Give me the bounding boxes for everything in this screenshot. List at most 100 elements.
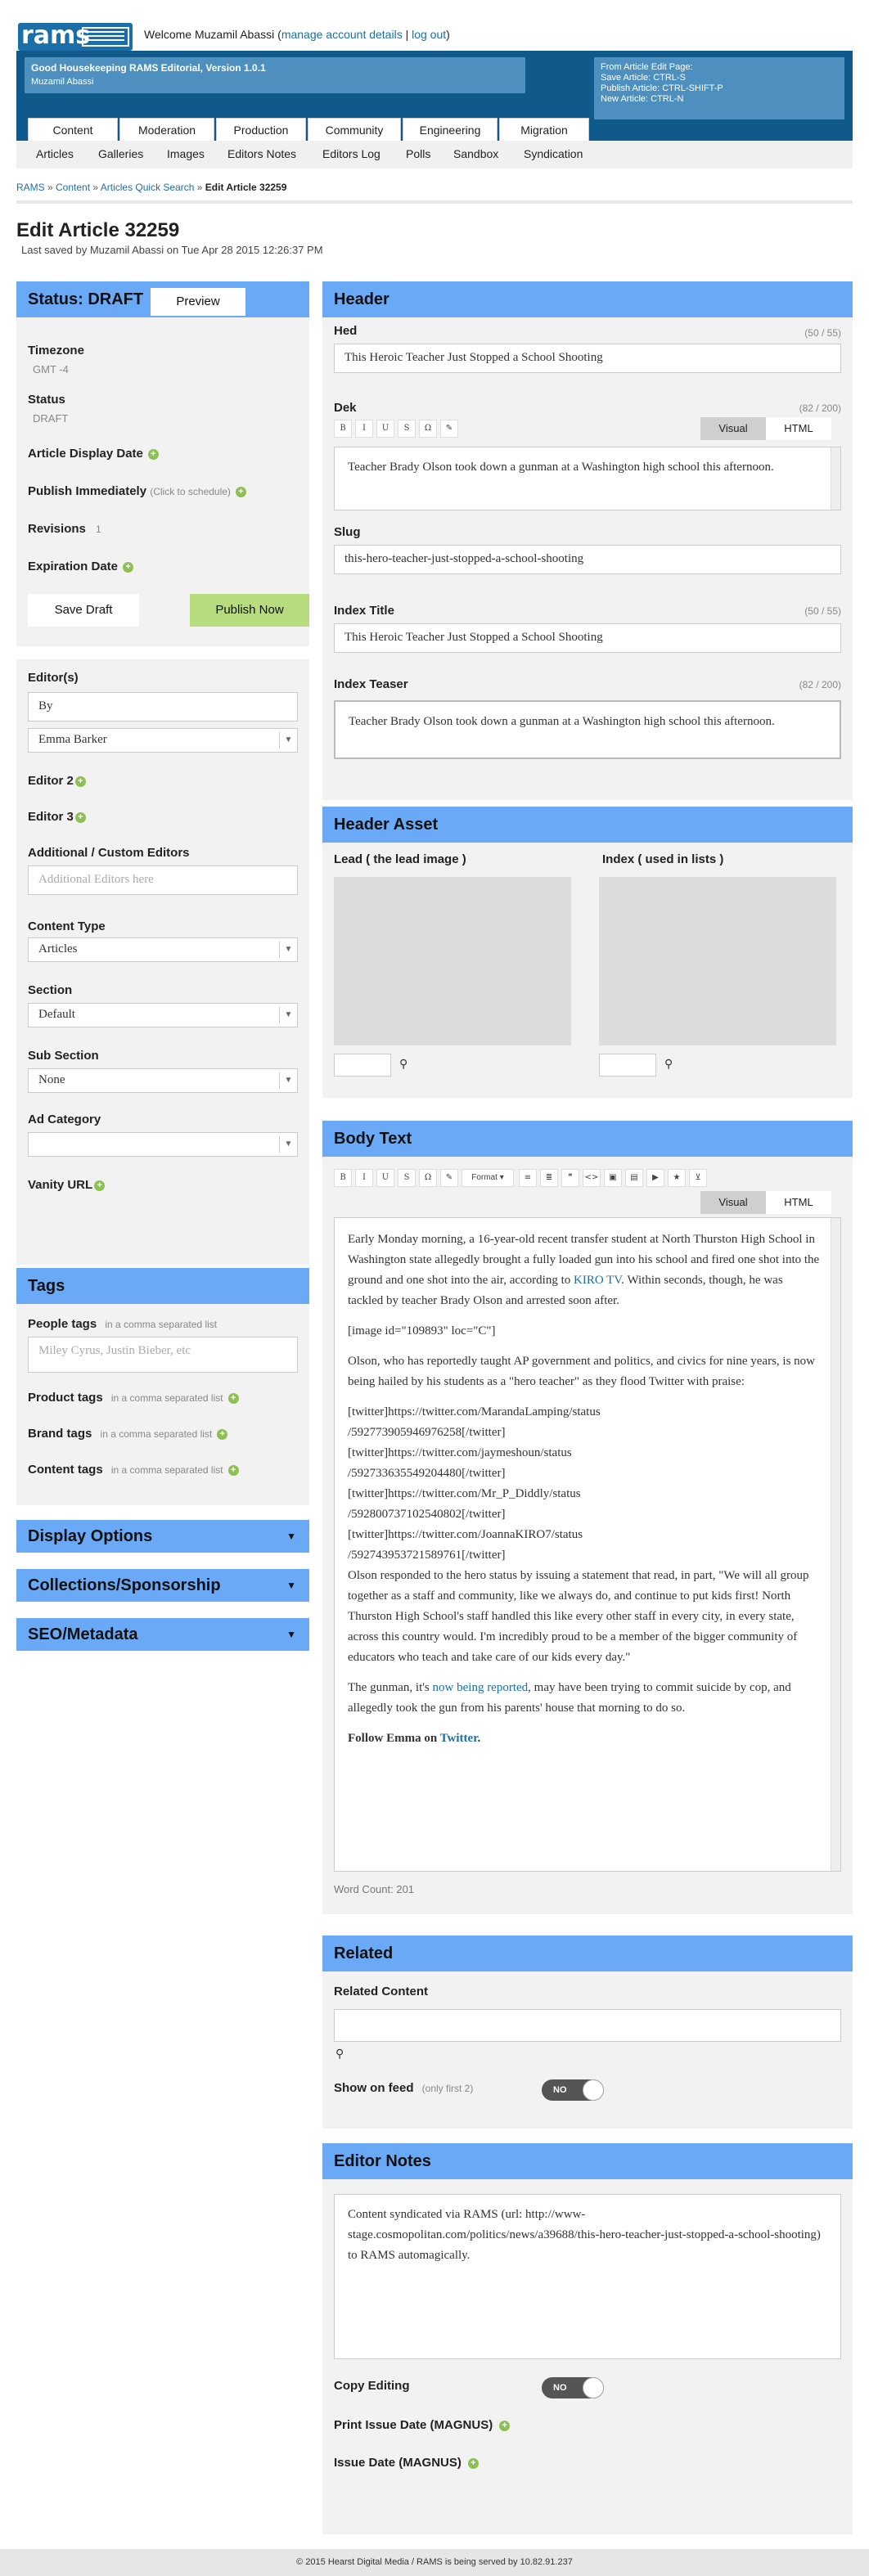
content-tags-field[interactable]: Content tags in a comma separated list + <box>28 1463 239 1477</box>
tab-moderation[interactable]: Moderation <box>119 118 214 141</box>
add-icon[interactable]: + <box>123 561 134 573</box>
dek-visual-tab[interactable]: Visual <box>700 417 766 440</box>
special-char-icon[interactable]: Ω <box>419 420 437 438</box>
scrollbar[interactable] <box>831 1218 840 1871</box>
bullet-list-icon[interactable]: ≡ <box>519 1169 537 1187</box>
lead-image-dropzone[interactable] <box>334 877 571 1045</box>
subnav-editors-log[interactable]: Editors Log <box>322 147 380 160</box>
special-char-icon[interactable]: Ω <box>419 1169 437 1187</box>
subnav-images[interactable]: Images <box>167 147 205 160</box>
body-visual-tab[interactable]: Visual <box>700 1191 766 1214</box>
issue-date-field[interactable]: Issue Date (MAGNUS) + <box>334 2456 479 2470</box>
lead-image-search-input[interactable] <box>334 1054 391 1077</box>
additional-editors-input[interactable]: Additional Editors here <box>28 865 298 895</box>
tab-community[interactable]: Community <box>308 118 401 141</box>
subnav-articles[interactable]: Articles <box>36 147 74 160</box>
add-icon[interactable]: + <box>74 775 86 787</box>
strikethrough-icon[interactable]: S <box>398 1169 416 1187</box>
video-icon[interactable]: ▶ <box>646 1169 664 1187</box>
editor2-field[interactable]: Editor 2 + <box>28 774 86 788</box>
dek-html-tab[interactable]: HTML <box>766 417 831 440</box>
display-date-field[interactable]: Article Display Date + <box>28 447 159 461</box>
editor3-field[interactable]: Editor 3 + <box>28 810 86 824</box>
brand-tags-field[interactable]: Brand tags in a comma separated list + <box>28 1427 228 1441</box>
numbered-list-icon[interactable]: ≣ <box>540 1169 558 1187</box>
product-tags-field[interactable]: Product tags in a comma separated list + <box>28 1391 239 1405</box>
format-dropdown[interactable]: Format ▾ <box>462 1169 514 1187</box>
tab-migration[interactable]: Migration <box>499 118 589 141</box>
index-image-search-input[interactable] <box>599 1054 656 1077</box>
image-icon[interactable]: ▣ <box>604 1169 622 1187</box>
twitter-link[interactable]: Twitter <box>440 1732 478 1745</box>
clear-format-icon[interactable]: ✎ <box>440 1169 458 1187</box>
content-type-select[interactable]: Articles ▼ <box>28 937 298 962</box>
ad-category-select[interactable]: ▼ <box>28 1132 298 1157</box>
copy-editing-toggle[interactable]: NO <box>542 2377 604 2398</box>
breadcrumb-rams[interactable]: RAMS <box>16 182 45 193</box>
underline-icon[interactable]: U <box>376 1169 394 1187</box>
collections-sponsorship-toggle[interactable]: Collections/Sponsorship ▼ <box>16 1569 309 1602</box>
italic-icon[interactable]: I <box>355 420 373 438</box>
seo-metadata-toggle[interactable]: SEO/Metadata ▼ <box>16 1618 309 1651</box>
gallery-icon[interactable]: ▤ <box>625 1169 643 1187</box>
print-issue-date-field[interactable]: Print Issue Date (MAGNUS) + <box>334 2418 511 2432</box>
publish-immediately-field[interactable]: Publish Immediately (Click to schedule) + <box>28 484 246 498</box>
display-options-toggle[interactable]: Display Options ▼ <box>16 1520 309 1553</box>
editor-select[interactable]: Emma Barker ▼ <box>28 728 298 753</box>
tab-production[interactable]: Production <box>216 118 306 141</box>
rams-logo[interactable]: rams <box>18 23 133 51</box>
embed-icon[interactable]: ⊻ <box>689 1169 707 1187</box>
breadcrumb-content[interactable]: Content <box>56 182 90 193</box>
add-icon[interactable]: + <box>227 1464 239 1476</box>
people-tags-input[interactable]: Miley Cyrus, Justin Bieber, etc <box>28 1337 298 1373</box>
index-image-dropzone[interactable] <box>599 877 836 1045</box>
search-icon[interactable]: ⚲ <box>399 1057 407 1071</box>
add-icon[interactable]: + <box>94 1180 106 1191</box>
add-icon[interactable]: + <box>74 811 86 823</box>
expiration-date-field[interactable]: Expiration Date + <box>28 560 134 573</box>
search-icon[interactable]: ⚲ <box>335 2047 344 2061</box>
slug-input[interactable]: this-hero-teacher-just-stopped-a-school-… <box>334 545 841 574</box>
bold-icon[interactable]: B <box>334 1169 352 1187</box>
body-html-tab[interactable]: HTML <box>766 1191 831 1214</box>
subnav-sandbox[interactable]: Sandbox <box>453 147 498 160</box>
save-draft-button[interactable]: Save Draft <box>28 594 139 627</box>
index-title-input[interactable]: This Heroic Teacher Just Stopped a Schoo… <box>334 623 841 653</box>
scrollbar[interactable] <box>831 447 840 510</box>
show-on-feed-toggle[interactable]: NO <box>542 2079 604 2101</box>
tab-engineering[interactable]: Engineering <box>403 118 498 141</box>
logout-link[interactable]: log out <box>412 28 446 41</box>
subnav-syndication[interactable]: Syndication <box>524 147 583 160</box>
body-editor[interactable]: Early Monday morning, a 16-year-old rece… <box>334 1217 841 1872</box>
star-icon[interactable]: ★ <box>668 1169 686 1187</box>
byline-input[interactable]: By <box>28 692 298 722</box>
dek-editor[interactable]: Teacher Brady Olson took down a gunman a… <box>334 447 841 510</box>
add-icon[interactable]: + <box>235 486 246 497</box>
related-content-input[interactable] <box>334 2009 841 2042</box>
publish-now-button[interactable]: Publish Now <box>190 594 309 627</box>
index-teaser-input[interactable]: Teacher Brady Olson took down a gunman a… <box>334 700 841 759</box>
subnav-editors-notes[interactable]: Editors Notes <box>227 147 296 160</box>
add-icon[interactable]: + <box>499 2420 511 2431</box>
add-icon[interactable]: + <box>217 1428 228 1440</box>
add-icon[interactable]: + <box>467 2457 479 2469</box>
preview-button[interactable]: Preview <box>151 288 245 316</box>
blockquote-icon[interactable]: ❞ <box>561 1169 579 1187</box>
bold-icon[interactable]: B <box>334 420 352 438</box>
italic-icon[interactable]: I <box>355 1169 373 1187</box>
breadcrumb-quick-search[interactable]: Articles Quick Search <box>101 182 195 193</box>
editor-notes-textarea[interactable]: Content syndicated via RAMS (url: http:/… <box>334 2194 841 2359</box>
section-select[interactable]: Default ▼ <box>28 1003 298 1027</box>
subnav-polls[interactable]: Polls <box>406 147 430 160</box>
subnav-galleries[interactable]: Galleries <box>98 147 143 160</box>
sub-section-select[interactable]: None ▼ <box>28 1068 298 1093</box>
tab-content[interactable]: Content <box>28 118 118 141</box>
kiro-tv-link[interactable]: KIRO TV <box>574 1274 621 1287</box>
manage-account-link[interactable]: manage account details <box>281 28 403 41</box>
add-icon[interactable]: + <box>147 448 159 460</box>
vanity-url-field[interactable]: Vanity URL + <box>28 1178 106 1192</box>
code-icon[interactable]: <> <box>583 1169 601 1187</box>
search-icon[interactable]: ⚲ <box>664 1057 673 1071</box>
add-icon[interactable]: + <box>227 1392 239 1404</box>
now-being-reported-link[interactable]: now being reported <box>433 1681 529 1694</box>
